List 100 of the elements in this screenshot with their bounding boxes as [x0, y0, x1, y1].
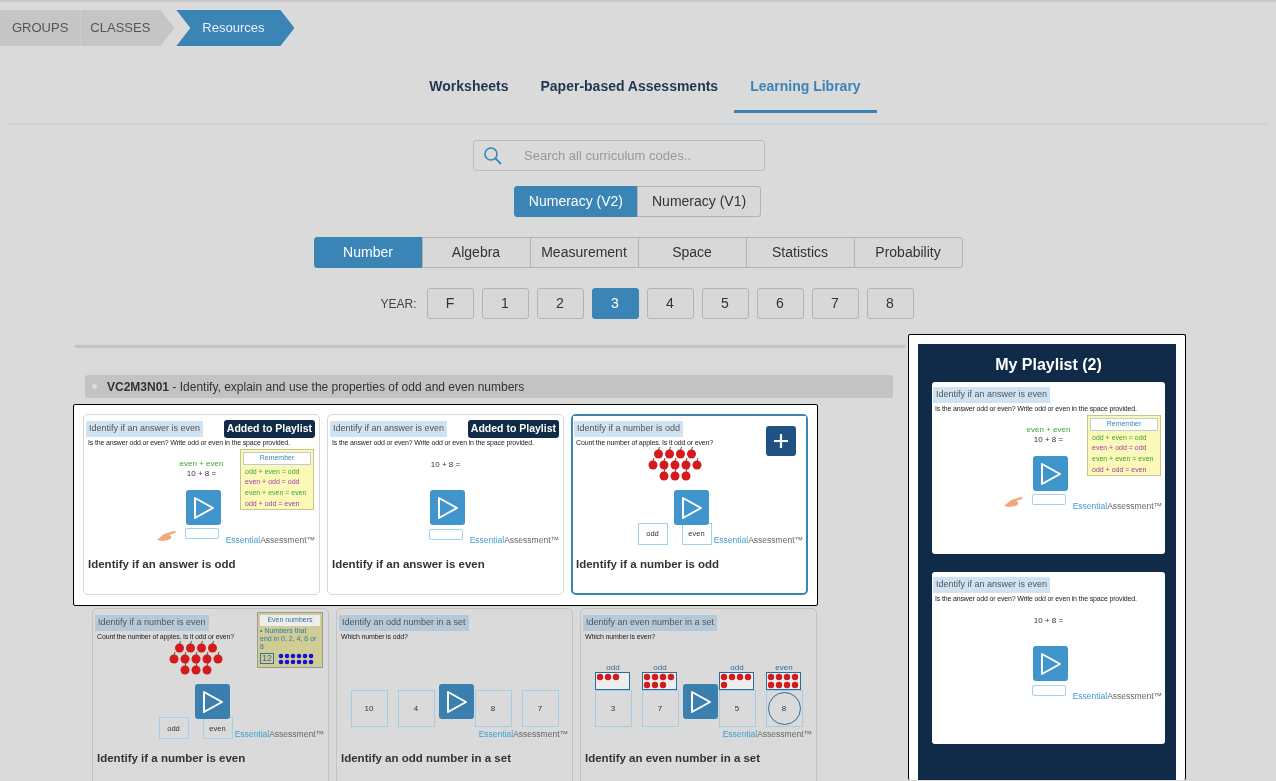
playlist-title: My Playlist (2) — [994, 355, 1103, 375]
thumbnail-tag: Identify if an answer is even — [330, 421, 448, 437]
year-button[interactable]: 3 — [591, 288, 639, 319]
answer-box — [1031, 494, 1066, 506]
parity-label: even + even — [1026, 426, 1071, 435]
play-button[interactable] — [439, 684, 474, 720]
thumbnail-tag: Identify if a number is even — [95, 615, 209, 631]
answer-choice: 4 — [397, 690, 435, 728]
breadcrumb-item[interactable]: GROUPS — [0, 10, 81, 46]
brand-logo-text: EssentialAssessment™ — [225, 534, 315, 547]
counters-drawing — [595, 672, 631, 691]
playlist-badge: Added to Playlist — [223, 420, 315, 438]
answer-box — [428, 528, 463, 540]
strand-tab[interactable]: Number — [313, 237, 423, 268]
answer-choice: 7 — [521, 690, 559, 728]
parity-label: even + even — [179, 460, 224, 469]
answer-choice: 8 — [765, 690, 803, 728]
equation-text: 10 + 8 = — [1033, 616, 1064, 626]
answer-choice: 5 — [718, 690, 756, 728]
parity-label: odd — [606, 664, 620, 673]
answer-box — [1031, 684, 1066, 696]
parity-label: odd — [653, 664, 667, 673]
year-button[interactable]: 4 — [646, 288, 694, 319]
strand-tab[interactable]: Statistics — [745, 237, 855, 268]
play-icon — [689, 689, 712, 714]
brand-logo-text: EssentialAssessment™ — [1072, 690, 1162, 703]
breadcrumb-item[interactable]: CLASSES — [80, 10, 175, 46]
play-icon — [436, 495, 459, 520]
search-icon — [483, 146, 503, 166]
play-button[interactable] — [674, 490, 709, 525]
play-icon — [192, 495, 215, 520]
answer-choice: 8 — [474, 690, 512, 728]
year-label: YEAR: — [380, 295, 417, 313]
card-title: Identify if a number is odd — [575, 557, 721, 572]
brand-logo-text: EssentialAssessment™ — [234, 728, 324, 741]
dots-drawing — [278, 652, 314, 665]
play-button[interactable] — [186, 490, 221, 525]
parity-label: even — [775, 664, 793, 673]
strand-tab[interactable]: Measurement — [529, 237, 639, 268]
year-button[interactable]: 5 — [701, 288, 749, 319]
brand-logo-text: EssentialAssessment™ — [713, 534, 803, 547]
play-icon — [1039, 651, 1062, 676]
play-icon — [680, 495, 703, 520]
plus-icon — [773, 433, 789, 449]
brand-logo-text: EssentialAssessment™ — [722, 728, 812, 741]
breadcrumb-item[interactable]: Resources — [176, 10, 295, 46]
thumbnail-tag: Identify if a number is odd — [574, 421, 684, 437]
version-button[interactable]: Numeracy (V2) — [513, 186, 638, 217]
year-button[interactable]: 6 — [756, 288, 804, 319]
card-title: Identify an odd number in a set — [340, 751, 512, 767]
section-title: VC2M3N01 - Identify, explain and use the properties of odd and even numbers — [107, 378, 525, 396]
bullet-icon — [92, 384, 97, 389]
counters-drawing — [719, 672, 755, 691]
strand-tab[interactable]: Probability — [853, 237, 963, 268]
thumbnail-tag: Identify if an answer is even — [86, 421, 204, 437]
thumbnail-tag: Identify if an answer is even — [933, 577, 1051, 593]
version-button[interactable]: Numeracy (V1) — [637, 186, 762, 217]
year-button[interactable]: 7 — [811, 288, 859, 319]
play-icon — [445, 689, 468, 714]
search-field[interactable]: Search all curriculum codes.. — [473, 140, 765, 171]
parity-label: odd — [730, 664, 744, 673]
add-button[interactable] — [766, 426, 796, 456]
play-button[interactable] — [195, 684, 230, 720]
brand-logo-text: EssentialAssessment™ — [478, 728, 568, 741]
play-icon — [1039, 461, 1062, 486]
answer-choice: 7 — [641, 690, 679, 728]
answer-choice: 3 — [594, 690, 632, 728]
counters-drawing — [642, 672, 678, 691]
card-title: Identify if a number is even — [96, 751, 247, 767]
equation-text: 10 + 8 = — [1033, 434, 1064, 445]
card-title: Identify if an answer is odd — [87, 557, 237, 572]
playlist-badge: Added to Playlist — [467, 420, 559, 438]
brand-logo-text: EssentialAssessment™ — [469, 534, 559, 547]
tab[interactable]: Worksheets — [413, 66, 525, 113]
play-icon — [201, 689, 224, 714]
answer-choice: 10 — [350, 690, 388, 728]
tab[interactable]: Paper-based Assessments — [524, 66, 735, 113]
apples-drawing — [167, 640, 224, 677]
play-button[interactable] — [683, 684, 718, 720]
card-title: Identify an even number in a set — [584, 751, 762, 767]
number-text: 12 — [260, 653, 274, 665]
card-title: Identify if an answer is even — [331, 557, 486, 572]
thumbnail-tag: Identify if an answer is even — [933, 387, 1051, 403]
answer-box — [184, 528, 219, 540]
resource-card[interactable] — [83, 414, 320, 596]
year-button[interactable]: 2 — [536, 288, 584, 319]
brand-logo-text: EssentialAssessment™ — [1072, 500, 1162, 513]
equation-text: 10 + 8 = — [186, 468, 217, 479]
thumbnail-tag: Identify an even number in a set — [583, 615, 718, 631]
year-button[interactable]: F — [426, 288, 474, 319]
play-button[interactable] — [1033, 646, 1068, 681]
strand-tab[interactable]: Space — [637, 237, 747, 268]
apples-drawing — [646, 446, 703, 482]
year-button[interactable]: 8 — [866, 288, 914, 319]
play-button[interactable] — [430, 490, 465, 525]
year-button[interactable]: 1 — [481, 288, 529, 319]
strand-tab[interactable]: Algebra — [421, 237, 531, 268]
play-button[interactable] — [1033, 456, 1068, 491]
counters-drawing — [766, 672, 802, 691]
thumbnail-tag: Identify an odd number in a set — [339, 615, 469, 631]
